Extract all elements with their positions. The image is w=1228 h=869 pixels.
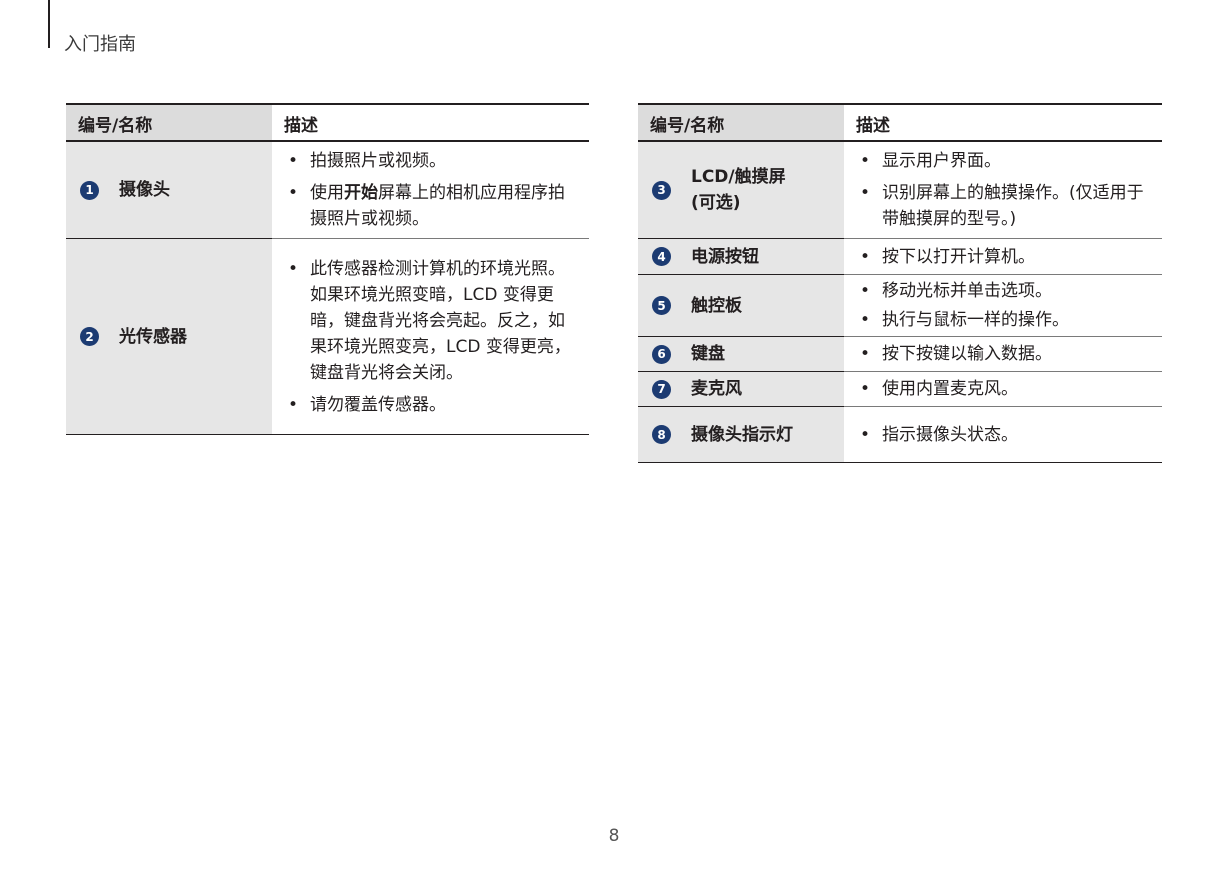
bullet-text: 使用开始屏幕上的相机应用程序拍摄照片或视频。 bbox=[310, 180, 579, 232]
number-badge: 6 bbox=[652, 344, 671, 364]
component-name: 光传感器 bbox=[119, 326, 187, 347]
description-cell: • 按下按键以输入数据。 bbox=[844, 336, 1162, 372]
start-app-name: 开始 bbox=[344, 183, 378, 203]
bullet-text: 按下以打开计算机。 bbox=[882, 246, 1035, 267]
bullet-item: • 按下以打开计算机。 bbox=[860, 244, 1152, 270]
table-row: 3 LCD/触摸屏 (可选) • 显示用户界面。 • 识别屏幕上的触摸操作。(仅… bbox=[638, 141, 1162, 239]
bullet-text: 请勿覆盖传感器。 bbox=[310, 394, 446, 415]
header-rule bbox=[48, 0, 50, 48]
column-header-name: 编号/名称 bbox=[66, 103, 272, 142]
description-cell: • 移动光标并单击选项。 • 执行与鼠标一样的操作。 bbox=[844, 274, 1162, 337]
bullet-item: • 请勿覆盖传感器。 bbox=[288, 392, 579, 418]
description-cell: • 此传感器检测计算机的环境光照。如果环境光照变暗，LCD 变得更暗，键盘背光将… bbox=[272, 238, 589, 435]
bullet-item: • 此传感器检测计算机的环境光照。如果环境光照变暗，LCD 变得更暗，键盘背光将… bbox=[288, 256, 579, 386]
bullet-dot: • bbox=[860, 281, 871, 301]
bullet-text-pre: 使用 bbox=[310, 183, 344, 203]
bullet-text: 移动光标并单击选项。 bbox=[882, 281, 1052, 301]
bullet-dot: • bbox=[860, 379, 871, 399]
component-name: 键盘 bbox=[691, 344, 725, 364]
column-header-desc: 描述 bbox=[844, 103, 1162, 142]
component-name-cell: 8 摄像头指示灯 bbox=[638, 406, 844, 463]
bullet-item: • 使用开始屏幕上的相机应用程序拍摄照片或视频。 bbox=[288, 180, 579, 232]
bullet-dot: • bbox=[288, 183, 299, 203]
table-row: 5 触控板 • 移动光标并单击选项。 • 执行与鼠标一样的操作。 bbox=[638, 274, 1162, 337]
bullet-dot: • bbox=[860, 151, 871, 171]
number-badge: 4 bbox=[652, 247, 671, 266]
bullet-text: 显示用户界面。 bbox=[882, 151, 1001, 171]
bullet-text: 按下按键以输入数据。 bbox=[882, 344, 1052, 364]
description-cell: • 指示摄像头状态。 bbox=[844, 406, 1162, 463]
component-name: 摄像头指示灯 bbox=[691, 424, 793, 445]
bullet-text: 拍摄照片或视频。 bbox=[310, 151, 446, 171]
section-title: 入门指南 bbox=[64, 34, 136, 55]
component-name-cell: 1 摄像头 bbox=[66, 141, 272, 239]
bullet-text: 执行与鼠标一样的操作。 bbox=[882, 310, 1069, 330]
column-header-desc: 描述 bbox=[272, 103, 589, 142]
bullet-dot: • bbox=[288, 151, 299, 171]
bullet-dot: • bbox=[860, 310, 871, 330]
bullet-dot: • bbox=[288, 258, 299, 279]
page-number: 8 bbox=[608, 826, 620, 846]
number-badge: 8 bbox=[652, 425, 671, 444]
number-badge: 2 bbox=[80, 327, 99, 346]
table-row: 2 光传感器 • 此传感器检测计算机的环境光照。如果环境光照变暗，LCD 变得更… bbox=[66, 238, 589, 435]
description-cell: • 按下以打开计算机。 bbox=[844, 238, 1162, 275]
description-cell: • 使用内置麦克风。 bbox=[844, 371, 1162, 407]
bullet-dot: • bbox=[288, 394, 299, 415]
table-row: 8 摄像头指示灯 • 指示摄像头状态。 bbox=[638, 406, 1162, 463]
component-name: LCD/触摸屏 (可选) bbox=[691, 167, 786, 213]
component-name: 摄像头 bbox=[119, 180, 170, 200]
component-name-cell: 5 触控板 bbox=[638, 274, 844, 337]
number-badge: 5 bbox=[652, 296, 671, 315]
component-name-cell: 7 麦克风 bbox=[638, 371, 844, 407]
component-name-cell: 2 光传感器 bbox=[66, 238, 272, 435]
table-row: 7 麦克风 • 使用内置麦克风。 bbox=[638, 371, 1162, 407]
number-badge: 1 bbox=[80, 180, 99, 200]
bullet-dot: • bbox=[860, 424, 871, 445]
number-badge: 7 bbox=[652, 379, 671, 399]
component-table-right: 编号/名称 描述 3 LCD/触摸屏 (可选) • 显示用户界面。 • 识别屏幕… bbox=[638, 103, 1162, 463]
component-name: 麦克风 bbox=[691, 379, 742, 399]
table-row: 1 摄像头 • 拍摄照片或视频。 • 使用开始屏幕上的相机应用程序拍摄照片或视频… bbox=[66, 141, 589, 239]
component-name-cell: 3 LCD/触摸屏 (可选) bbox=[638, 141, 844, 239]
table-row: 6 键盘 • 按下按键以输入数据。 bbox=[638, 336, 1162, 372]
bullet-item: • 执行与鼠标一样的操作。 bbox=[860, 307, 1152, 333]
bullet-item: • 移动光标并单击选项。 bbox=[860, 278, 1152, 304]
bullet-text: 识别屏幕上的触摸操作。(仅适用于带触摸屏的型号。) bbox=[882, 183, 1144, 229]
column-header-name: 编号/名称 bbox=[638, 103, 844, 142]
bullet-text: 指示摄像头状态。 bbox=[882, 424, 1018, 445]
component-name-cell: 4 电源按钮 bbox=[638, 238, 844, 275]
description-cell: • 显示用户界面。 • 识别屏幕上的触摸操作。(仅适用于带触摸屏的型号。) bbox=[844, 141, 1162, 239]
bullet-dot: • bbox=[860, 183, 871, 203]
description-cell: • 拍摄照片或视频。 • 使用开始屏幕上的相机应用程序拍摄照片或视频。 bbox=[272, 141, 589, 239]
bullet-item: • 显示用户界面。 bbox=[860, 148, 1152, 174]
bullet-item: • 使用内置麦克风。 bbox=[860, 376, 1152, 402]
table-row: 4 电源按钮 • 按下以打开计算机。 bbox=[638, 238, 1162, 275]
number-badge: 3 bbox=[652, 180, 671, 200]
bullet-item: • 拍摄照片或视频。 bbox=[288, 148, 579, 174]
bullet-text: 此传感器检测计算机的环境光照。如果环境光照变暗，LCD 变得更暗，键盘背光将会亮… bbox=[310, 258, 571, 383]
component-name: 触控板 bbox=[691, 295, 742, 316]
bullet-item: • 指示摄像头状态。 bbox=[860, 422, 1152, 448]
bullet-item: • 识别屏幕上的触摸操作。(仅适用于带触摸屏的型号。) bbox=[860, 180, 1152, 232]
bullet-dot: • bbox=[860, 344, 871, 364]
bullet-item: • 按下按键以输入数据。 bbox=[860, 341, 1152, 367]
component-table-left: 编号/名称 描述 1 摄像头 • 拍摄照片或视频。 • 使用开始屏幕上的相机应用… bbox=[66, 103, 589, 435]
component-name-cell: 6 键盘 bbox=[638, 336, 844, 372]
component-name: 电源按钮 bbox=[691, 246, 759, 267]
bullet-dot: • bbox=[860, 246, 871, 267]
bullet-text: 使用内置麦克风。 bbox=[882, 379, 1018, 399]
